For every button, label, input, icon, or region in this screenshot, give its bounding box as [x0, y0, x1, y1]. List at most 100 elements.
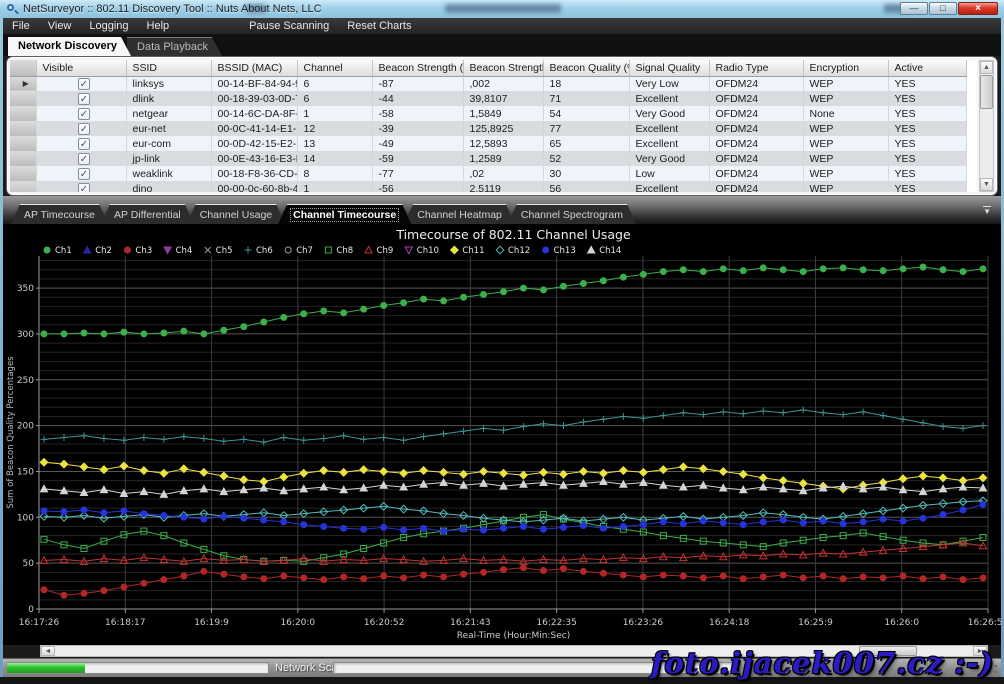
- visible-checkbox[interactable]: ✓: [78, 108, 90, 120]
- cell-radio_type: OFDM24: [709, 91, 803, 106]
- tab-data-playback[interactable]: Data Playback: [127, 37, 222, 56]
- row-selector[interactable]: [10, 181, 36, 192]
- cell-beacon_mw: 125,8925: [463, 121, 543, 136]
- app-icon: [6, 3, 18, 15]
- column-header-channel[interactable]: Channel: [297, 60, 372, 76]
- chart-tab-strip: AP TimecourseAP DifferentialChannel Usag…: [3, 196, 1001, 224]
- table-row[interactable]: ✓dlink00-18-39-03-0D-7B6-4439,810771Exce…: [10, 91, 966, 106]
- visible-checkbox[interactable]: ✓: [78, 123, 90, 135]
- cell-active: YES: [888, 136, 966, 151]
- maximize-icon[interactable]: □: [929, 2, 957, 15]
- visible-checkbox[interactable]: ✓: [78, 183, 90, 192]
- tab-network-discovery[interactable]: Network Discovery: [8, 37, 131, 56]
- cell-beacon_mw: 1,5849: [463, 106, 543, 121]
- menu-file[interactable]: File: [3, 19, 39, 33]
- cell-signal_quality: Excellent: [629, 121, 709, 136]
- svg-text:16:24:18: 16:24:18: [709, 618, 750, 628]
- visible-checkbox[interactable]: ✓: [78, 168, 90, 180]
- grid-vertical-scrollbar[interactable]: ▲ ▼: [979, 60, 994, 192]
- column-header-encryption[interactable]: Encryption: [803, 60, 888, 76]
- table-row[interactable]: ✓eur-net00-0C-41-14-E1-D512-39125,892577…: [10, 121, 966, 136]
- cell-channel: 14: [297, 151, 372, 166]
- chart-tab-ap-timecourse[interactable]: AP Timecourse: [11, 204, 108, 224]
- svg-text:Ch7: Ch7: [296, 246, 313, 256]
- scan-progress-fill: [7, 663, 85, 673]
- column-header-beacon_quality[interactable]: Beacon Quality (%): [543, 60, 629, 76]
- legend-item-Ch10: Ch10: [405, 246, 439, 256]
- close-icon[interactable]: ×: [958, 2, 998, 15]
- table-row[interactable]: ✓jp-link00-0E-43-16-E3-D714-591,258952Ve…: [10, 151, 966, 166]
- cell-bssid: 00-0D-42-15-E2-D6: [211, 136, 297, 151]
- chart-tab-channel-timecourse[interactable]: Channel Timecourse: [278, 204, 411, 224]
- cell-signal_quality: Excellent: [629, 181, 709, 192]
- chart-tabs-overflow-icon[interactable]: ▼: [983, 206, 991, 216]
- legend-item-Ch1: Ch1: [44, 246, 72, 256]
- scrollbar-thumb[interactable]: [980, 75, 993, 109]
- cell-visible: ✓: [36, 91, 126, 106]
- visible-checkbox[interactable]: ✓: [78, 93, 90, 105]
- cell-radio_type: OFDM24: [709, 106, 803, 121]
- row-selector[interactable]: [10, 121, 36, 136]
- table-row[interactable]: ✓netgear00-14-6C-DA-8F-A81-581,584954Ver…: [10, 106, 966, 121]
- column-header-active[interactable]: Active: [888, 60, 966, 76]
- column-header-beacon_dbm[interactable]: Beacon Strength (d...: [372, 60, 463, 76]
- cell-ssid: jp-link: [126, 151, 211, 166]
- column-header-bssid[interactable]: BSSID (MAC): [211, 60, 297, 76]
- column-header-signal_quality[interactable]: Signal Quality: [629, 60, 709, 76]
- cell-bssid: 00-14-6C-DA-8F-A8: [211, 106, 297, 121]
- channel-timecourse-chart: 05010015020025030035016:17:2616:18:1716:…: [3, 224, 1001, 645]
- visible-checkbox[interactable]: ✓: [78, 138, 90, 150]
- cell-encryption: WEP: [803, 166, 888, 181]
- cell-bssid: 00-18-39-03-0D-7B: [211, 91, 297, 106]
- scroll-down-icon[interactable]: ▼: [980, 178, 993, 191]
- scroll-left-icon[interactable]: ◄: [41, 646, 55, 656]
- menu-help[interactable]: Help: [138, 19, 179, 33]
- visible-checkbox[interactable]: ✓: [78, 153, 90, 165]
- cell-beacon_dbm: -39: [372, 121, 463, 136]
- cell-signal_quality: Excellent: [629, 136, 709, 151]
- menu-action-pause-scanning[interactable]: Pause Scanning: [240, 19, 338, 33]
- table-row[interactable]: ✓weaklink00-18-F8-36-CD-438-77,0230LowOF…: [10, 166, 966, 181]
- menu-logging[interactable]: Logging: [80, 19, 137, 33]
- minimize-icon[interactable]: —: [900, 2, 928, 15]
- row-selector[interactable]: [10, 91, 36, 106]
- cell-ssid: dlink: [126, 91, 211, 106]
- row-selector-arrow-icon[interactable]: ▶: [10, 76, 36, 91]
- column-header-beacon_mw[interactable]: Beacon Strength (m...: [463, 60, 543, 76]
- svg-text:Ch14: Ch14: [599, 246, 621, 256]
- column-header-ssid[interactable]: SSID: [126, 60, 211, 76]
- svg-text:150: 150: [17, 467, 34, 477]
- visible-checkbox[interactable]: ✓: [78, 78, 90, 90]
- row-selector[interactable]: [10, 106, 36, 121]
- cell-channel: 6: [297, 91, 372, 106]
- row-selector[interactable]: [10, 166, 36, 181]
- chart-legend: Ch1Ch2Ch3Ch4Ch5Ch6Ch7Ch8Ch9Ch10Ch11Ch12C…: [44, 246, 621, 256]
- menu-action-reset-charts[interactable]: Reset Charts: [338, 19, 420, 33]
- svg-text:Ch9: Ch9: [377, 246, 394, 256]
- chart-tab-ap-differential[interactable]: AP Differential: [101, 204, 194, 224]
- cell-active: YES: [888, 106, 966, 121]
- cell-signal_quality: Very Good: [629, 151, 709, 166]
- cell-bssid: 00-14-BF-84-94-92: [211, 76, 297, 91]
- table-row[interactable]: ▶✓linksys00-14-BF-84-94-926-87,00218Very…: [10, 76, 966, 91]
- chart-tab-channel-spectrogram[interactable]: Channel Spectrogram: [508, 204, 636, 224]
- table-row[interactable]: ✓eur-com00-0D-42-15-E2-D613-4912,589365E…: [10, 136, 966, 151]
- chart-tab-channel-usage[interactable]: Channel Usage: [187, 204, 285, 224]
- cell-beacon_mw: 39,8107: [463, 91, 543, 106]
- svg-text:16:22:35: 16:22:35: [536, 618, 576, 628]
- row-selector[interactable]: [10, 151, 36, 166]
- table-row[interactable]: ✓dino00-00-0c-60-8b-411-562,511956Excell…: [10, 181, 966, 192]
- svg-text:250: 250: [17, 376, 34, 386]
- cell-radio_type: OFDM24: [709, 181, 803, 192]
- background-window-blur: [445, 4, 561, 13]
- cell-encryption: WEP: [803, 121, 888, 136]
- scroll-up-icon[interactable]: ▲: [980, 61, 993, 74]
- column-header-radio_type[interactable]: Radio Type: [709, 60, 803, 76]
- column-header-visible[interactable]: Visible: [36, 60, 126, 76]
- row-selector[interactable]: [10, 136, 36, 151]
- menu-view[interactable]: View: [39, 19, 81, 33]
- chart-tab-channel-heatmap[interactable]: Channel Heatmap: [404, 204, 515, 224]
- cell-channel: 12: [297, 121, 372, 136]
- svg-text:16:17:26: 16:17:26: [19, 618, 60, 628]
- svg-text:100: 100: [17, 513, 34, 523]
